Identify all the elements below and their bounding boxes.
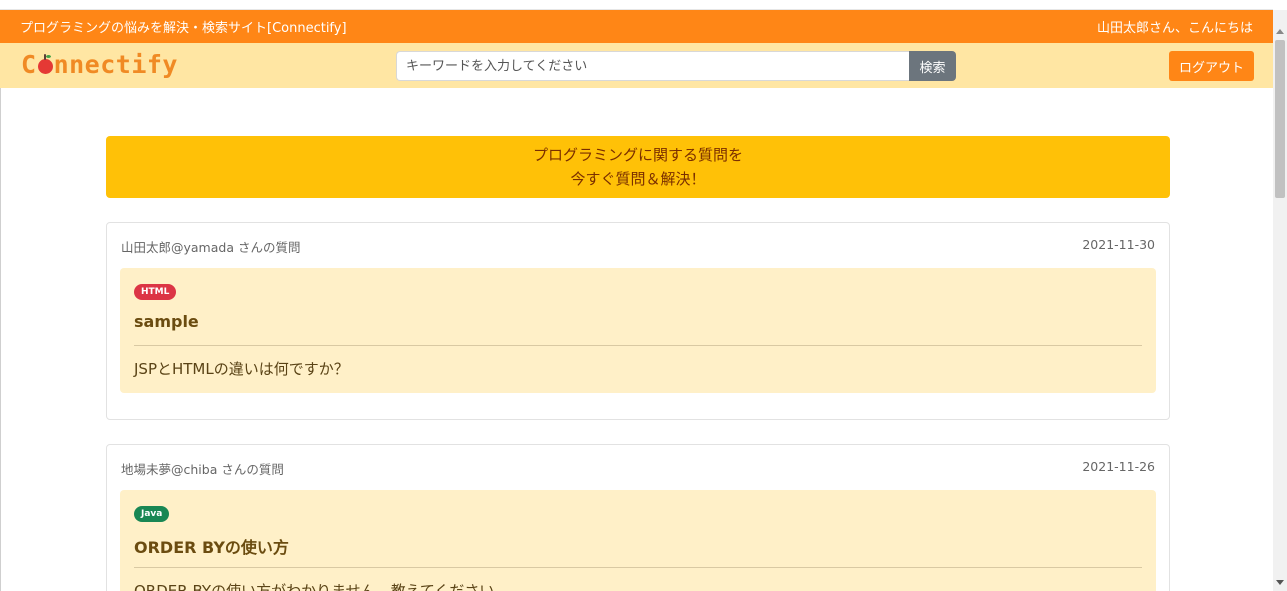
banner-line-1: プログラミングに関する質問を — [532, 146, 743, 164]
apple-icon — [37, 54, 53, 74]
page-left-border — [0, 88, 1, 591]
search-button[interactable]: 検索 — [909, 51, 956, 81]
scroll-up-arrow-icon[interactable] — [1276, 29, 1284, 34]
question-title[interactable]: ORDER BYの使い方 — [134, 534, 289, 558]
banner-line-2: 今すぐ質問＆解決！ — [570, 170, 706, 188]
logo-text-end: nnectify — [53, 50, 178, 79]
question-card[interactable]: 山田太郎@yamada さんの質問 2021-11-30 HTML sample… — [106, 222, 1170, 420]
question-text: JSPとHTMLの違いは何ですか？ — [134, 360, 349, 378]
scroll-down-arrow-icon[interactable] — [1276, 580, 1284, 585]
logo[interactable]: C nnectify — [21, 50, 178, 79]
logo-text-start: C — [21, 50, 37, 79]
question-divider — [134, 567, 1142, 568]
question-body[interactable]: HTML sample JSPとHTMLの違いは何ですか？ — [120, 268, 1156, 393]
scroll-thumb[interactable] — [1275, 40, 1285, 198]
question-text: ORDER BYの使い方がわかりません。教えてください。 — [134, 582, 510, 591]
question-tag[interactable]: HTML — [134, 284, 177, 300]
question-title[interactable]: sample — [134, 312, 199, 331]
search-input[interactable] — [396, 51, 910, 81]
question-header: 山田太郎@yamada さんの質問 2021-11-30 — [121, 237, 1155, 256]
question-date: 2021-11-26 — [1082, 459, 1155, 474]
promo-banner: プログラミングに関する質問を 今すぐ質問＆解決！ — [106, 136, 1170, 198]
question-header: 地場未夢@chiba さんの質問 2021-11-26 — [121, 459, 1155, 478]
question-author: 山田太郎@yamada さんの質問 — [121, 240, 301, 255]
question-tag[interactable]: Java — [134, 506, 170, 522]
top-bar: プログラミングの悩みを解決・検索サイト[Connectify] 山田太郎さん、こ… — [0, 10, 1273, 43]
vertical-scrollbar[interactable] — [1273, 10, 1287, 591]
question-card[interactable]: 地場未夢@chiba さんの質問 2021-11-26 Java ORDER B… — [106, 444, 1170, 591]
question-date: 2021-11-30 — [1082, 237, 1155, 252]
question-divider — [134, 345, 1142, 346]
page: プログラミングの悩みを解決・検索サイト[Connectify] 山田太郎さん、こ… — [0, 0, 1287, 591]
logout-button[interactable]: ログアウト — [1169, 51, 1254, 81]
user-greeting: 山田太郎さん、こんにちは — [1096, 21, 1253, 36]
question-author: 地場未夢@chiba さんの質問 — [121, 462, 284, 477]
browser-top-edge — [0, 0, 1273, 10]
question-body[interactable]: Java ORDER BYの使い方 ORDER BYの使い方がわかりません。教え… — [120, 490, 1156, 591]
site-title: プログラミングの悩みを解決・検索サイト[Connectify] — [20, 21, 347, 36]
